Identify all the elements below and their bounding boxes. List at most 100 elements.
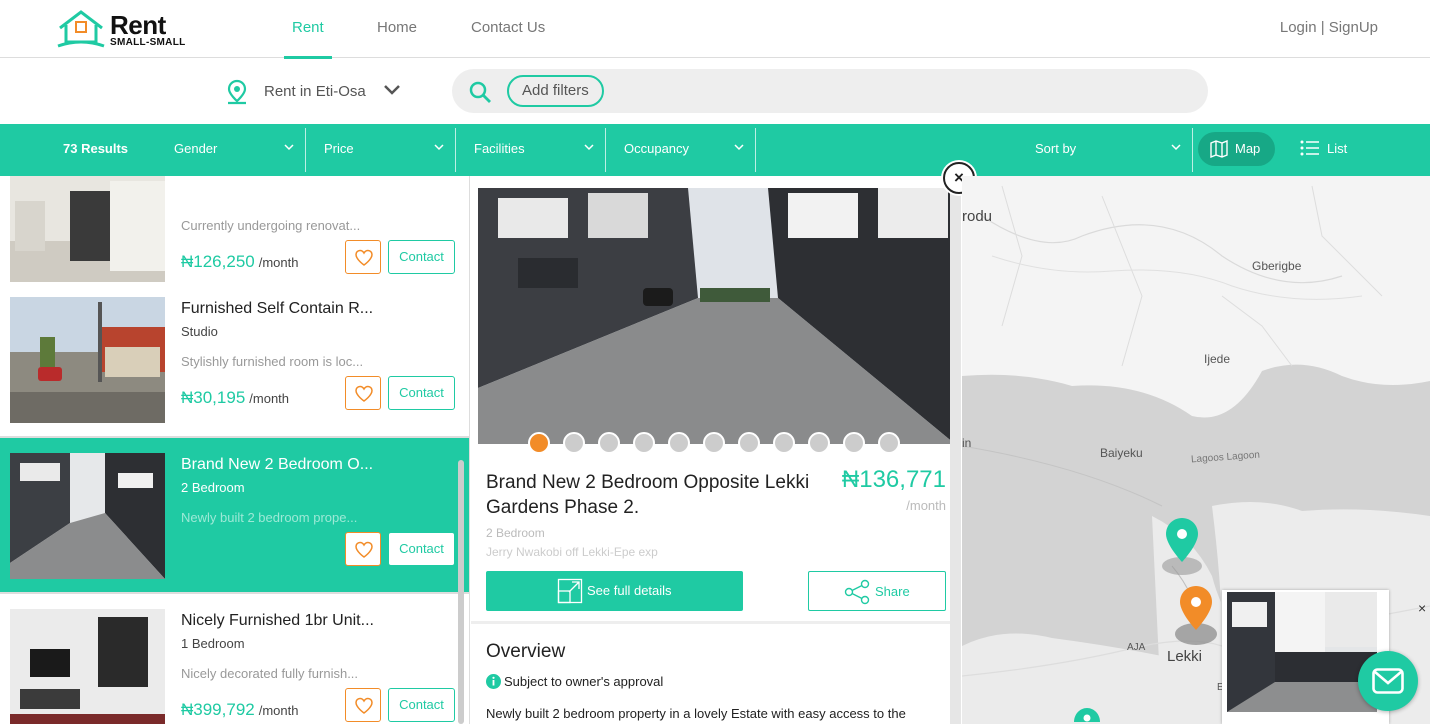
listing-price: ₦30,195/month — [181, 388, 289, 408]
price-value: ₦399,792 — [181, 700, 255, 719]
nav-home[interactable]: Home — [377, 19, 417, 36]
price-label: Price — [324, 141, 354, 156]
logo-subtext: SMALL-SMALL — [110, 37, 186, 48]
detail-scrollbar[interactable] — [950, 176, 961, 724]
favorite-button[interactable] — [345, 240, 381, 274]
map-listing-photo[interactable] — [1227, 592, 1377, 712]
listing-card-selected[interactable]: Brand New 2 Bedroom O... 2 Bedroom Newly… — [0, 438, 469, 594]
listing-card[interactable]: Nicely Furnished 1br Unit... 1 Bedroom N… — [0, 594, 469, 724]
list-icon — [1300, 140, 1319, 156]
listing-type: 2 Bedroom — [181, 480, 245, 495]
chevron-down-icon[interactable] — [383, 83, 401, 97]
price-value: ₦30,195 — [181, 388, 246, 407]
map-label: Map — [1235, 141, 1261, 156]
overview-body: Newly built 2 bedroom property in a love… — [486, 706, 906, 721]
heart-icon — [355, 541, 373, 558]
contact-button[interactable]: Contact — [388, 240, 455, 274]
search-row: Rent in Eti-Osa Add filters — [0, 59, 1430, 124]
detail-price: ₦136,771 — [841, 466, 946, 493]
listing-card[interactable]: Furnished Self Contain R... Studio Styli… — [0, 282, 469, 438]
map-label-lekki: Lekki — [1167, 648, 1203, 665]
favorite-button[interactable] — [345, 376, 381, 410]
login-signup-link[interactable]: Login | SignUp — [1280, 19, 1378, 36]
map-icon — [1210, 140, 1228, 158]
heart-icon — [355, 385, 373, 402]
carousel-dot[interactable] — [563, 432, 585, 454]
expand-icon — [557, 578, 583, 604]
see-full-details-button[interactable]: See full details — [486, 571, 743, 611]
carousel-dot[interactable] — [668, 432, 690, 454]
chevron-down-icon — [434, 144, 444, 151]
map-pin-icon[interactable] — [1161, 516, 1203, 578]
detail-photo[interactable] — [478, 188, 955, 444]
list-scrollbar[interactable] — [458, 460, 464, 724]
carousel-dot[interactable] — [843, 432, 865, 454]
house-logo-icon — [57, 10, 105, 48]
listing-photo[interactable] — [10, 176, 165, 287]
contact-button[interactable]: Contact — [388, 688, 455, 722]
listing-photo[interactable] — [10, 609, 165, 724]
carousel-dot[interactable] — [808, 432, 830, 454]
favorite-button[interactable] — [345, 688, 381, 722]
search-icon[interactable] — [468, 80, 492, 104]
chevron-down-icon — [584, 144, 594, 151]
listing-photo[interactable] — [10, 297, 165, 423]
share-icon — [844, 579, 870, 605]
message-button[interactable] — [1358, 651, 1418, 711]
carousel-dot[interactable] — [528, 432, 550, 454]
map-label-rodu: rodu — [962, 208, 993, 225]
gender-dropdown[interactable]: Gender — [156, 128, 304, 172]
heart-icon — [355, 249, 373, 266]
listing-title[interactable]: Brand New 2 Bedroom O... — [181, 456, 373, 474]
detail-type: 2 Bedroom — [486, 526, 545, 540]
top-nav-bar: Rent SMALL-SMALL Rent Home Contact Us Lo… — [0, 0, 1430, 59]
occupancy-dropdown[interactable]: Occupancy — [606, 128, 754, 172]
map-label-baiyeku: Baiyeku — [1100, 446, 1143, 460]
map-listing-card[interactable] — [1222, 590, 1389, 724]
price-period: /month — [249, 391, 290, 406]
listing-list[interactable]: Currently undergoing renovat... ₦126,250… — [0, 176, 470, 724]
price-value: ₦126,250 — [181, 252, 255, 271]
listing-detail-panel: Brand New 2 Bedroom Opposite Lekki Garde… — [471, 176, 961, 724]
carousel-dot[interactable] — [703, 432, 725, 454]
search-bar[interactable]: Add filters — [452, 69, 1208, 113]
location-select[interactable]: Rent in Eti-Osa — [264, 83, 366, 100]
carousel-dot[interactable] — [633, 432, 655, 454]
price-period: /month — [258, 255, 299, 270]
listing-description: Stylishly furnished room is loc... — [181, 354, 364, 369]
share-label: Share — [875, 584, 910, 599]
map-pin-selected-icon[interactable] — [1174, 584, 1218, 646]
facilities-dropdown[interactable]: Facilities — [456, 128, 604, 172]
map-label-gberigbe: Gberigbe — [1252, 259, 1302, 273]
location-pin-icon — [227, 79, 247, 105]
logo[interactable]: Rent SMALL-SMALL — [56, 8, 206, 50]
nav-rent[interactable]: Rent — [292, 19, 324, 36]
carousel-dot[interactable] — [773, 432, 795, 454]
close-map-card-button[interactable]: × — [1418, 600, 1426, 616]
carousel-dot[interactable] — [878, 432, 900, 454]
results-count: 73 Results — [63, 141, 129, 156]
listing-photo[interactable] — [10, 453, 165, 579]
contact-button[interactable]: Contact — [388, 376, 455, 410]
nav-contact-us[interactable]: Contact Us — [471, 19, 545, 36]
price-dropdown[interactable]: Price — [306, 128, 454, 172]
list-view-button[interactable]: List — [1300, 140, 1347, 159]
divider — [1192, 128, 1193, 172]
map-pin-icon[interactable] — [1070, 706, 1104, 724]
favorite-button[interactable] — [345, 532, 381, 566]
add-filters-button[interactable]: Add filters — [507, 75, 604, 107]
listing-title[interactable]: Furnished Self Contain R... — [181, 300, 373, 318]
listing-title[interactable]: Nicely Furnished 1br Unit... — [181, 612, 374, 630]
listing-description: Currently undergoing renovat... — [181, 218, 361, 233]
filter-bar: 73 Results Gender Price Facilities Occup… — [0, 124, 1430, 176]
listing-price: ₦399,792/month — [181, 700, 298, 720]
sort-dropdown[interactable]: Sort by — [1017, 128, 1191, 172]
share-button[interactable]: Share — [808, 571, 946, 611]
listing-price: ₦126,250/month — [181, 252, 298, 272]
carousel-dot[interactable] — [598, 432, 620, 454]
see-full-details-label: See full details — [587, 583, 672, 598]
detail-price-period: /month — [906, 498, 946, 513]
contact-button[interactable]: Contact — [388, 532, 455, 566]
map-view-button[interactable]: Map — [1198, 132, 1275, 166]
carousel-dot[interactable] — [738, 432, 760, 454]
